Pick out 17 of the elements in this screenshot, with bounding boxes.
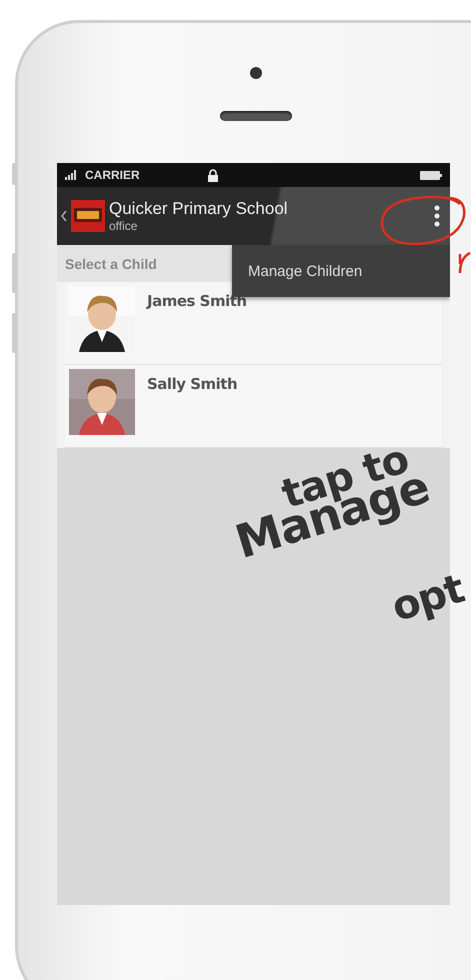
camera-icon xyxy=(250,67,262,79)
back-icon[interactable] xyxy=(61,210,67,222)
battery-icon xyxy=(420,170,442,180)
speaker-icon xyxy=(220,111,292,121)
menu-item[interactable]: Manage Children xyxy=(232,262,362,280)
annotation-text: opt xyxy=(386,566,470,631)
lock-icon xyxy=(208,168,218,182)
signal-icon xyxy=(65,170,77,180)
school-subtitle: office xyxy=(109,219,138,233)
carrier-label: CARRIER xyxy=(85,168,140,182)
child-list-item[interactable]: Sally Smith xyxy=(65,365,442,448)
school-name: Quicker Primary School xyxy=(109,199,289,219)
school-logo-icon xyxy=(71,200,105,232)
annotation-arrow xyxy=(456,250,471,274)
child-list-item[interactable]: James Smith xyxy=(65,282,442,365)
overflow-menu-icon[interactable] xyxy=(434,205,440,227)
section-title: Select a Child xyxy=(65,256,157,272)
